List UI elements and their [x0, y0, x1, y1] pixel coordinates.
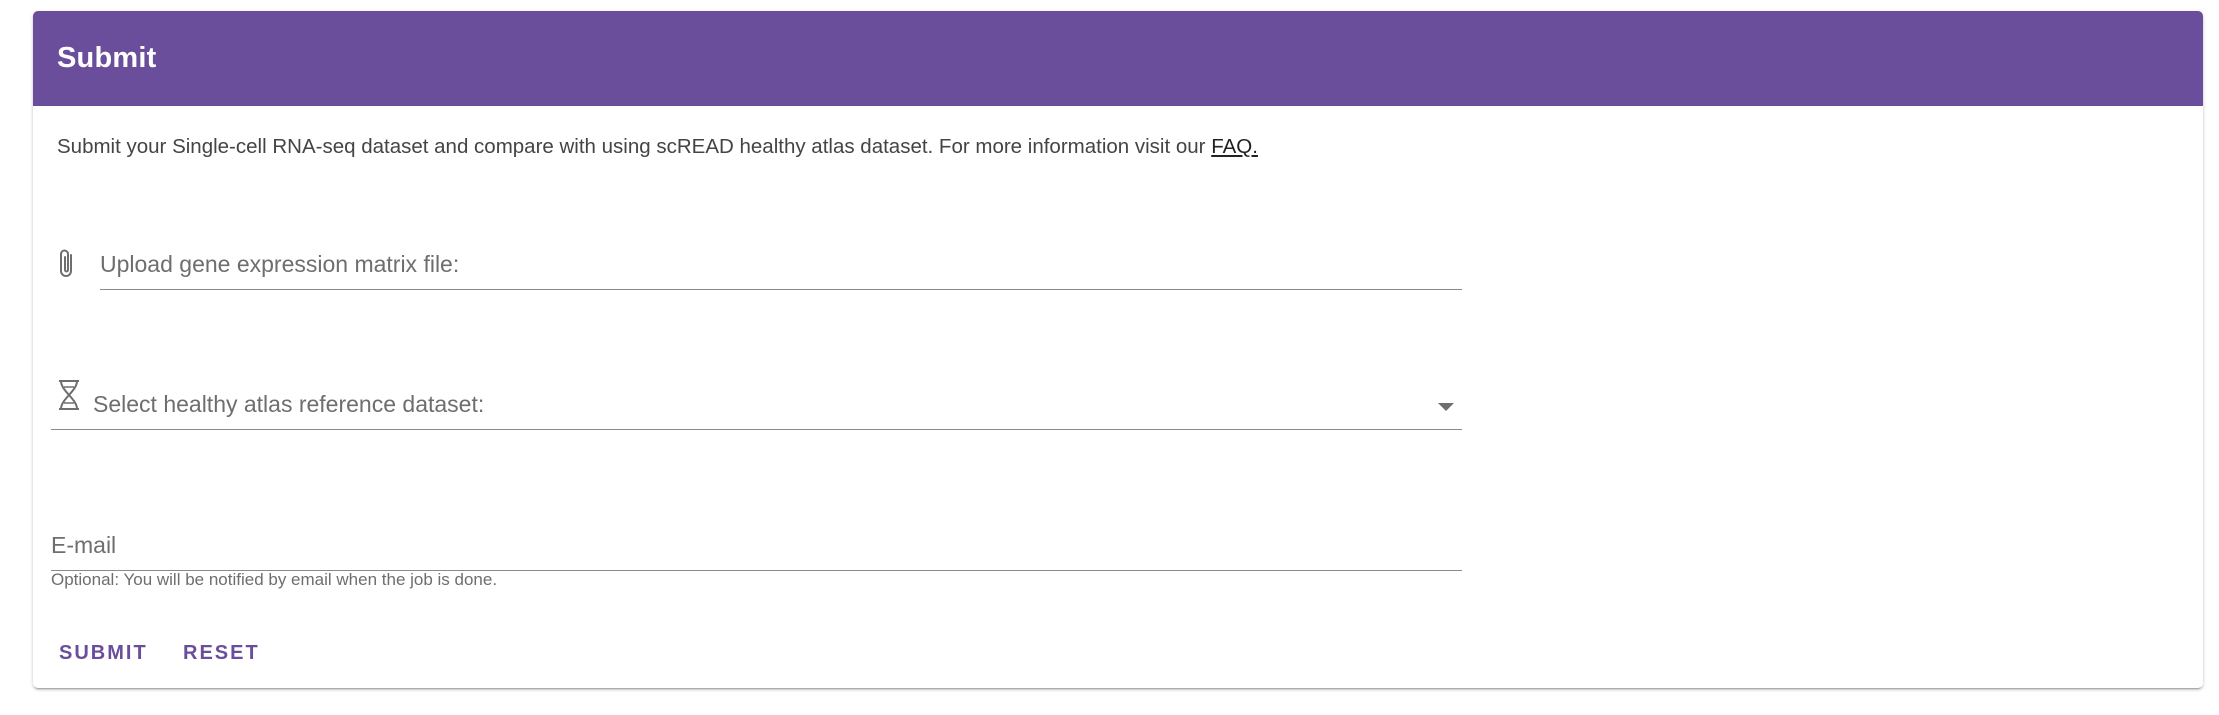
- submit-card: Submit Submit your Single-cell RNA-seq d…: [33, 11, 2203, 688]
- intro-text: Submit your Single-cell RNA-seq dataset …: [57, 135, 1258, 159]
- email-label: E-mail: [51, 532, 117, 558]
- intro-description: Submit your Single-cell RNA-seq dataset …: [57, 135, 1212, 158]
- email-field[interactable]: E-mail: [51, 514, 1462, 571]
- reset-button[interactable]: RESET: [173, 631, 270, 675]
- paperclip-icon[interactable]: [54, 246, 80, 282]
- caret-down-icon[interactable]: [1438, 403, 1454, 411]
- upload-file-input[interactable]: Upload gene expression matrix file:: [100, 233, 1462, 290]
- reference-dataset-select[interactable]: Select healthy atlas reference dataset:: [51, 373, 1462, 430]
- faq-link[interactable]: FAQ.: [1211, 135, 1258, 158]
- reference-dataset-label: Select healthy atlas reference dataset:: [93, 391, 485, 417]
- card-title: Submit: [57, 42, 157, 74]
- submit-button[interactable]: SUBMIT: [49, 631, 158, 675]
- upload-file-label: Upload gene expression matrix file:: [100, 251, 460, 277]
- email-hint: Optional: You will be notified by email …: [51, 570, 498, 589]
- card-header: Submit: [33, 11, 2203, 106]
